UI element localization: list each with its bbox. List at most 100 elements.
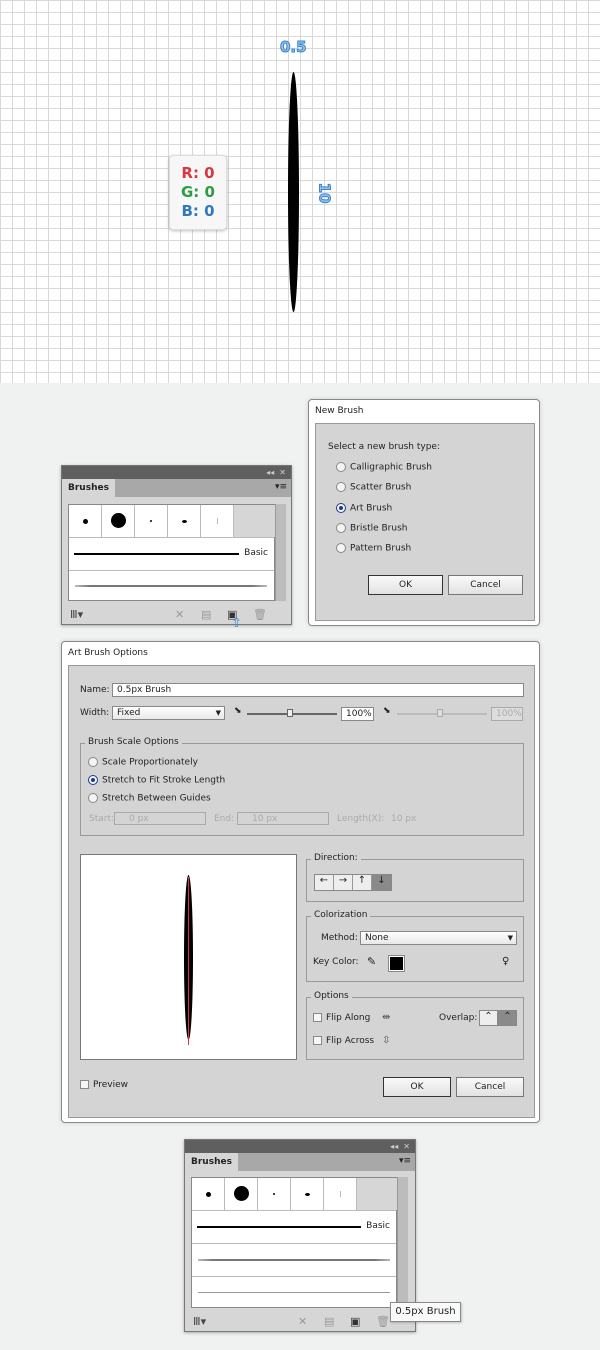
brush-swatch[interactable] (291, 1178, 324, 1210)
option-scatter[interactable]: Scatter Brush (336, 482, 411, 493)
method-select[interactable]: None ▼ (360, 931, 517, 945)
delete-icon[interactable]: 🗑 (253, 608, 267, 621)
brush-row[interactable] (192, 1243, 396, 1276)
brush-list: Basic (191, 1177, 398, 1309)
brush-swatch[interactable] (225, 1178, 258, 1210)
option-calligraphic[interactable]: Calligraphic Brush (336, 462, 432, 473)
chevron-down-icon: ▼ (215, 709, 221, 717)
remove-stroke-icon[interactable]: ✕ (175, 608, 184, 621)
panel-menu-icon[interactable]: ▾≡ (399, 1156, 411, 1166)
brush-swatch[interactable] (201, 505, 234, 537)
remove-stroke-icon[interactable]: ✕ (298, 1315, 307, 1328)
width-label: 0.5 (280, 38, 308, 57)
red-value: R: 0 (181, 164, 215, 182)
option-bristle[interactable]: Bristle Brush (336, 523, 407, 534)
scale-proportionately-radio[interactable]: Scale Proportionately (88, 757, 198, 768)
start-label: Start: (89, 814, 115, 824)
new-brush-icon[interactable]: ▣ (350, 1315, 360, 1328)
width-percent-disabled: 100% (491, 707, 523, 721)
cancel-button[interactable]: Cancel (456, 1077, 524, 1097)
ok-button[interactable]: OK (383, 1077, 451, 1097)
end-label: End: (214, 814, 235, 824)
green-value: G: 0 (181, 183, 215, 201)
direction-right-button[interactable]: → (334, 875, 353, 890)
options-icon[interactable]: ▤ (324, 1315, 334, 1328)
width-label: Width: (80, 708, 110, 718)
options-icon[interactable]: ▤ (201, 608, 211, 621)
width-slider[interactable] (247, 709, 337, 717)
scrollbar[interactable] (397, 1177, 408, 1308)
overlap-adjust-button[interactable]: ⌃ (479, 1010, 498, 1026)
tab-brushes[interactable]: Brushes (62, 479, 115, 497)
tips-bulb-icon[interactable]: ♀ (502, 956, 509, 967)
brush-swatch[interactable] (192, 1178, 225, 1210)
flip-along-icon: ⇹ (382, 1012, 391, 1023)
brush-swatch[interactable] (135, 505, 168, 537)
variation-icon: ⬊ (234, 706, 242, 716)
key-color-swatch[interactable] (388, 955, 405, 972)
direction-up-button[interactable]: ↑ (353, 875, 372, 890)
direction-group: Direction: ← → ↑ ↓ (306, 853, 524, 902)
direction-buttons: ← → ↑ ↓ (314, 874, 392, 891)
method-label: Method: (321, 933, 358, 943)
brush-row[interactable] (69, 570, 274, 602)
width-percent-input[interactable]: 100% (341, 707, 374, 721)
chevron-down-icon: ▼ (507, 934, 513, 942)
stretch-between-guides-radio[interactable]: Stretch Between Guides (88, 793, 211, 804)
brushes-panel-updated: ◂◂ ✕ Brushes ▾≡ Basic Ⅲ▾ ✕ ▤ ▣ 🗑 (184, 1139, 416, 1332)
width-slider-disabled (397, 709, 487, 717)
close-icon[interactable]: ✕ (279, 468, 286, 477)
scrollbar[interactable] (275, 504, 286, 601)
length-value: 10 px (391, 814, 417, 824)
direction-left-button[interactable]: ← (315, 875, 334, 890)
width-select[interactable]: Fixed ▼ (112, 706, 225, 720)
cancel-button[interactable]: Cancel (448, 575, 523, 595)
collapse-icon[interactable]: ◂◂ (390, 1142, 398, 1151)
name-label: Name: (80, 685, 110, 695)
artboard-grid (0, 0, 600, 383)
start-input: 0 px (114, 812, 206, 825)
options-group: Options Flip Along ⇹ Flip Across ⇳ Overl… (306, 991, 524, 1060)
panel-menu-icon[interactable]: ▾≡ (275, 482, 287, 492)
brush-swatch[interactable] (168, 505, 201, 537)
option-art[interactable]: Art Brush (336, 503, 392, 514)
variation-icon-2: ⬊ (383, 706, 391, 716)
close-icon[interactable]: ✕ (403, 1142, 410, 1151)
brush-swatch[interactable] (102, 505, 135, 537)
basic-label: Basic (244, 548, 268, 558)
tab-brushes[interactable]: Brushes (185, 1153, 238, 1171)
preview-checkbox[interactable]: Preview (80, 1080, 128, 1090)
length-label: Length(X): (337, 814, 385, 824)
eyedropper-icon[interactable]: ✎ (367, 955, 376, 968)
flip-along-checkbox[interactable]: Flip Along (313, 1013, 370, 1023)
flip-across-checkbox[interactable]: Flip Across (313, 1036, 374, 1046)
delete-icon[interactable]: 🗑 (376, 1315, 390, 1328)
brush-swatch[interactable] (324, 1178, 357, 1210)
panel-header: ◂◂ ✕ (62, 466, 291, 479)
brush-swatch[interactable] (258, 1178, 291, 1210)
brush-list: Basic (68, 504, 276, 602)
color-readout: R: 0 G: 0 B: 0 (169, 155, 227, 230)
brush-row-basic[interactable]: Basic (69, 537, 274, 570)
brush-libraries-icon[interactable]: Ⅲ▾ (193, 1315, 206, 1328)
prompt: Select a new brush type: (328, 442, 440, 452)
brush-libraries-icon[interactable]: Ⅲ▾ (70, 608, 83, 621)
overlap-none-button[interactable]: ⌃ (498, 1010, 517, 1026)
ok-button[interactable]: OK (368, 575, 443, 595)
name-input[interactable]: 0.5px Brush (112, 683, 524, 697)
stretch-to-fit-radio[interactable]: Stretch to Fit Stroke Length (88, 775, 225, 786)
collapse-icon[interactable]: ◂◂ (266, 468, 274, 477)
brush-shape (288, 72, 299, 312)
brush-tooltip: 0.5px Brush (390, 1302, 461, 1322)
overlap-label: Overlap: (439, 1013, 478, 1023)
brush-row-basic[interactable]: Basic (192, 1210, 396, 1243)
blue-value: B: 0 (181, 202, 215, 220)
new-brush-dialog: New Brush Select a new brush type: Calli… (308, 399, 540, 626)
direction-down-button[interactable]: ↓ (372, 875, 391, 890)
option-pattern[interactable]: Pattern Brush (336, 543, 411, 554)
brush-row-0-5px[interactable] (192, 1276, 396, 1309)
brush-scale-options-group: Brush Scale Options Scale Proportionatel… (80, 737, 524, 836)
art-brush-options-dialog: Art Brush Options Name: 0.5px Brush Widt… (61, 641, 540, 1123)
brush-preview (80, 854, 297, 1060)
brush-swatch[interactable] (69, 505, 102, 537)
